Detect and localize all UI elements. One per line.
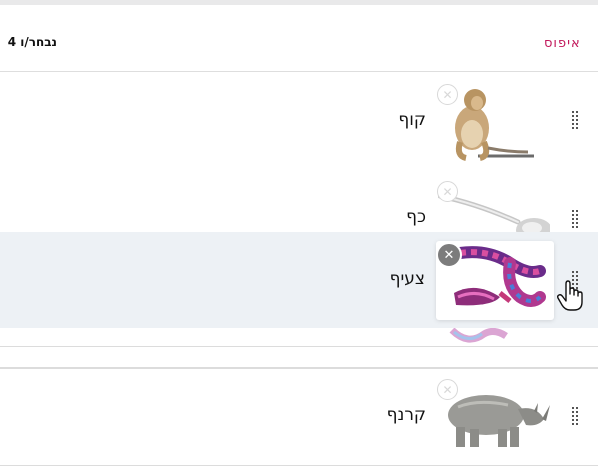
remove-monkey-button[interactable]: ✕ <box>437 84 458 105</box>
item-label: כף <box>406 207 426 227</box>
item-label: קרנף <box>386 405 426 425</box>
close-icon: ✕ <box>442 184 453 199</box>
item-label: קוף <box>398 110 426 130</box>
list-item-spoon[interactable]: ✕ כף <box>0 170 598 233</box>
close-icon: ✕ <box>442 382 453 397</box>
drag-handle-icon[interactable] <box>572 210 580 230</box>
remove-rhino-button[interactable]: ✕ <box>437 379 458 400</box>
drag-handle-icon[interactable] <box>572 271 580 291</box>
reset-button[interactable]: איפוס <box>544 36 581 51</box>
list-item-monkey[interactable]: ✕ קוף <box>0 72 598 171</box>
ranking-list-app: איפוס 4 נבחר/ו ✕ קוף ✕ כף צעיף ✕ קרנף ✕ <box>0 0 598 469</box>
remove-spoon-button[interactable]: ✕ <box>437 181 458 202</box>
item-label: צעיף <box>389 269 425 289</box>
list-item-rhino[interactable]: ✕ קרנף <box>0 368 598 466</box>
remove-scarf-button[interactable]: ✕ <box>436 242 462 268</box>
list-header: איפוס 4 נבחר/ו <box>0 5 598 72</box>
drag-handle-icon[interactable] <box>572 407 580 427</box>
drag-handle-icon[interactable] <box>572 111 580 131</box>
list-gap-spacer <box>0 346 598 368</box>
scarf-ghost-reflection <box>448 328 508 346</box>
close-icon: ✕ <box>442 87 453 102</box>
close-icon: ✕ <box>443 247 455 263</box>
selected-count-label: 4 נבחר/ו <box>7 35 57 49</box>
